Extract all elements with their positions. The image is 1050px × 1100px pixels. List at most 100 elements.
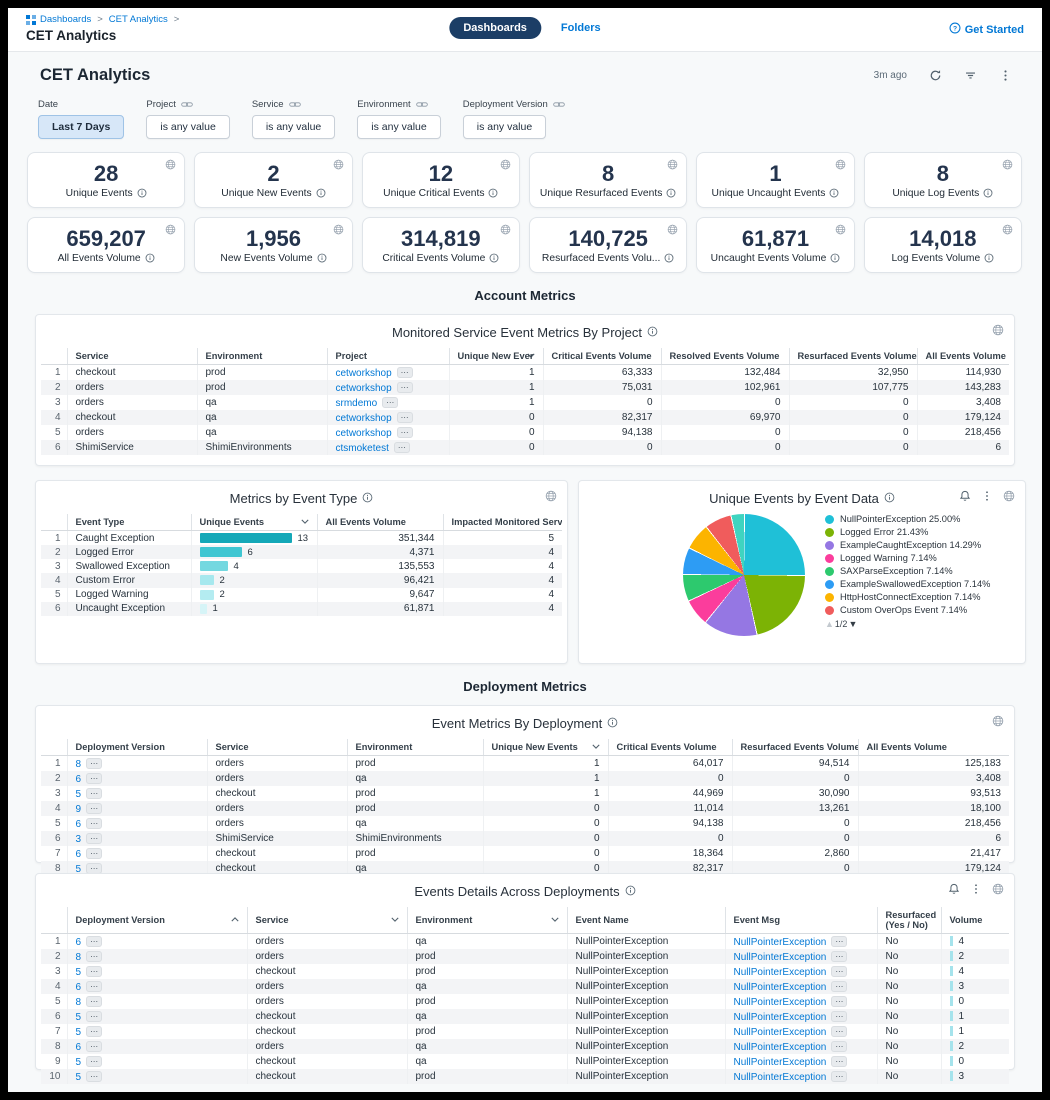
column-header-project[interactable]: Project <box>327 348 449 365</box>
more-badge[interactable]: ⋯ <box>831 1056 847 1067</box>
legend-item-logged-warning[interactable]: Logged Warning 7.14% <box>825 553 1025 565</box>
pie-chart[interactable] <box>683 514 805 636</box>
info-icon[interactable] <box>607 716 618 731</box>
more-badge[interactable]: ⋯ <box>86 1056 102 1067</box>
sort-desc-icon[interactable] <box>391 915 399 922</box>
column-header-impacted-monitored-services[interactable]: Impacted Monitored Services <box>443 514 562 531</box>
kpi-tile-unique-resurfaced-events[interactable]: 8Unique Resurfaced Events <box>529 152 687 208</box>
column-header-critical-events-volume[interactable]: Critical Events Volume <box>543 348 661 365</box>
info-icon[interactable] <box>317 253 327 263</box>
cell-link[interactable]: 5 <box>76 789 82 800</box>
column-header-deployment-version[interactable]: Deployment Version <box>67 739 207 756</box>
kpi-tile-unique-uncaught-events[interactable]: 1Unique Uncaught Events <box>696 152 854 208</box>
more-options-icon[interactable] <box>999 69 1012 82</box>
cell-link[interactable]: 5 <box>76 1072 82 1083</box>
tab-dashboards[interactable]: Dashboards <box>449 17 541 39</box>
more-badge[interactable]: ⋯ <box>86 773 102 784</box>
info-icon[interactable] <box>829 188 839 198</box>
kpi-tile-new-events-volume[interactable]: 1,956New Events Volume <box>194 217 352 273</box>
filter-value-button[interactable]: is any value <box>357 115 440 139</box>
cell-link[interactable]: NullPointerException <box>734 952 827 963</box>
more-badge[interactable]: ⋯ <box>86 996 102 1007</box>
column-header-environment[interactable]: Environment <box>347 739 483 756</box>
info-icon[interactable] <box>830 253 840 263</box>
more-badge[interactable]: ⋯ <box>831 936 847 947</box>
more-badge[interactable]: ⋯ <box>86 803 102 814</box>
kpi-tile-uncaught-events-volume[interactable]: 61,871Uncaught Events Volume <box>696 217 854 273</box>
more-badge[interactable]: ⋯ <box>86 848 102 859</box>
cell-link[interactable]: NullPointerException <box>734 937 827 948</box>
more-badge[interactable]: ⋯ <box>397 412 413 423</box>
column-header-event-name[interactable]: Event Name <box>567 907 725 934</box>
column-header-resurfaced-events-volume[interactable]: Resurfaced Events Volume <box>789 348 917 365</box>
column-header-service[interactable]: Service <box>67 348 197 365</box>
cell-link[interactable]: 8 <box>76 759 82 770</box>
column-header-environment[interactable]: Environment <box>407 907 567 934</box>
filter-value-button[interactable]: Last 7 Days <box>38 115 124 139</box>
cell-link[interactable]: srmdemo <box>336 398 378 409</box>
filter-value-button[interactable]: is any value <box>146 115 229 139</box>
column-header-deployment-version[interactable]: Deployment Version <box>67 907 247 934</box>
more-badge[interactable]: ⋯ <box>86 788 102 799</box>
cell-link[interactable]: NullPointerException <box>734 982 827 993</box>
more-badge[interactable]: ⋯ <box>831 966 847 977</box>
more-badge[interactable]: ⋯ <box>86 818 102 829</box>
breadcrumb-dashboards[interactable]: Dashboards <box>40 14 91 25</box>
globe-icon[interactable] <box>1003 490 1015 502</box>
cell-link[interactable]: NullPointerException <box>734 1057 827 1068</box>
cell-link[interactable]: 6 <box>76 774 82 785</box>
cell-link[interactable]: NullPointerException <box>734 997 827 1008</box>
column-header-resurfaced-yes-no[interactable]: Resurfaced(Yes / No) <box>877 907 941 934</box>
column-header-resolved-events-volume[interactable]: Resolved Events Volume <box>661 348 789 365</box>
cell-link[interactable]: NullPointerException <box>734 1012 827 1023</box>
cell-link[interactable]: 5 <box>76 1057 82 1068</box>
more-badge[interactable]: ⋯ <box>86 1026 102 1037</box>
legend-item-examplecaughtexception[interactable]: ExampleCaughtException 14.29% <box>825 540 1025 552</box>
cell-link[interactable]: 6 <box>76 1042 82 1053</box>
more-badge[interactable]: ⋯ <box>394 442 410 453</box>
link-icon[interactable] <box>553 100 565 109</box>
tab-folders[interactable]: Folders <box>561 22 601 34</box>
legend-item-httphostconnectexception[interactable]: HttpHostConnectException 7.14% <box>825 592 1025 604</box>
cell-link[interactable]: cetworkshop <box>336 428 392 439</box>
cell-link[interactable]: cetworkshop <box>336 413 392 424</box>
info-icon[interactable] <box>984 253 994 263</box>
legend-page-up-icon[interactable]: ▲ <box>825 619 834 629</box>
alert-bell-icon[interactable] <box>948 883 960 895</box>
cell-link[interactable]: ctsmoketest <box>336 443 389 454</box>
kpi-tile-critical-events-volume[interactable]: 314,819Critical Events Volume <box>362 217 520 273</box>
column-header-event-msg[interactable]: Event Msg <box>725 907 877 934</box>
legend-item-saxparseexception[interactable]: SAXParseException 7.14% <box>825 566 1025 578</box>
info-icon[interactable] <box>983 188 993 198</box>
more-badge[interactable]: ⋯ <box>86 1071 102 1082</box>
cell-link[interactable]: 6 <box>76 982 82 993</box>
column-header-all-events-volume[interactable]: All Events Volume <box>917 348 1009 365</box>
info-icon[interactable] <box>316 188 326 198</box>
more-badge[interactable]: ⋯ <box>86 863 102 874</box>
globe-icon[interactable] <box>992 715 1004 727</box>
filter-value-button[interactable]: is any value <box>252 115 335 139</box>
cell-link[interactable]: 5 <box>76 1027 82 1038</box>
more-badge[interactable]: ⋯ <box>382 397 398 408</box>
more-badge[interactable]: ⋯ <box>86 951 102 962</box>
kpi-tile-unique-new-events[interactable]: 2Unique New Events <box>194 152 352 208</box>
legend-item-custom-overops-event[interactable]: Custom OverOps Event 7.14% <box>825 605 1025 617</box>
more-badge[interactable]: ⋯ <box>86 758 102 769</box>
cell-link[interactable]: 9 <box>76 804 82 815</box>
legend-item-nullpointerexception[interactable]: NullPointerException 25.00% <box>825 514 1025 526</box>
more-badge[interactable]: ⋯ <box>86 966 102 977</box>
legend-page-down-icon[interactable]: ▼ <box>848 619 857 629</box>
more-badge[interactable]: ⋯ <box>86 981 102 992</box>
info-icon[interactable] <box>489 253 499 263</box>
sort-desc-icon[interactable] <box>301 517 309 524</box>
more-badge[interactable]: ⋯ <box>397 367 413 378</box>
more-badge[interactable]: ⋯ <box>397 382 413 393</box>
column-header-all-events-volume[interactable]: All Events Volume <box>317 514 443 531</box>
more-options-icon[interactable] <box>981 490 993 502</box>
info-icon[interactable] <box>362 491 373 506</box>
more-badge[interactable]: ⋯ <box>831 1041 847 1052</box>
column-header-unique-events[interactable]: Unique Events <box>191 514 317 531</box>
info-icon[interactable] <box>664 253 674 263</box>
column-header-resurfaced-events-volume[interactable]: Resurfaced Events Volume <box>732 739 858 756</box>
column-header-critical-events-volume[interactable]: Critical Events Volume <box>608 739 732 756</box>
